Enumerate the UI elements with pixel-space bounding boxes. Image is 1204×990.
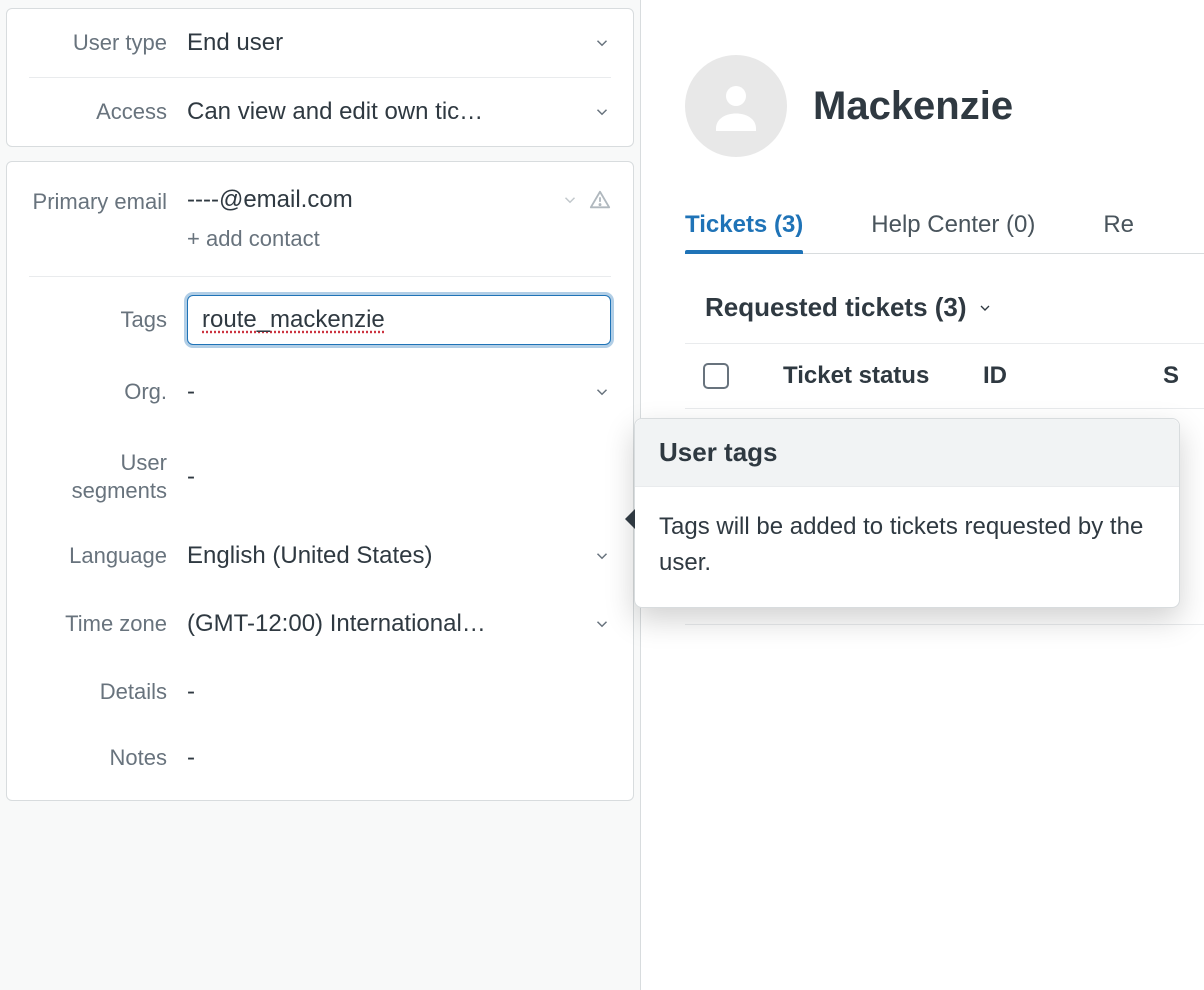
label-notes: Notes	[29, 744, 187, 772]
label-user-segments: User segments	[29, 449, 187, 504]
field-language[interactable]: Language English (United States)	[7, 522, 633, 590]
card-user-details: Primary email ----@email.com + add conta…	[6, 161, 634, 801]
field-timezone[interactable]: Time zone (GMT-12:00) International…	[7, 590, 633, 658]
field-access[interactable]: Access Can view and edit own tic…	[7, 78, 633, 146]
avatar	[685, 55, 787, 157]
label-primary-email: Primary email	[29, 186, 187, 216]
chevron-down-icon	[593, 34, 611, 52]
chevron-down-icon	[593, 615, 611, 633]
chevron-down-icon	[977, 300, 993, 316]
field-user-type[interactable]: User type End user	[7, 9, 633, 77]
timezone-text: (GMT-12:00) International…	[187, 610, 585, 638]
language-text: English (United States)	[187, 542, 585, 570]
profile-name: Mackenzie	[813, 84, 1013, 129]
card-user-type-access: User type End user Access Can view and e…	[6, 8, 634, 147]
header-id[interactable]: ID	[983, 362, 1163, 390]
tab-help-center[interactable]: Help Center (0)	[871, 197, 1035, 253]
table-header: Ticket status ID S	[685, 343, 1204, 409]
requested-tickets-title[interactable]: Requested tickets (3)	[705, 292, 1204, 323]
add-contact-button[interactable]: + add contact	[187, 226, 611, 252]
org-text: -	[187, 378, 585, 406]
header-status[interactable]: Ticket status	[783, 362, 983, 390]
label-language: Language	[29, 542, 187, 570]
section-title-text: Requested tickets (3)	[705, 292, 967, 323]
user-tags-tooltip: User tags Tags will be added to tickets …	[634, 418, 1180, 608]
user-type-text: End user	[187, 29, 585, 57]
tags-input[interactable]	[187, 295, 611, 345]
tooltip-title: User tags	[635, 419, 1179, 487]
field-notes[interactable]: Notes -	[7, 726, 633, 800]
chevron-down-icon	[593, 383, 611, 401]
tooltip-body: Tags will be added to tickets requested …	[635, 487, 1179, 607]
notes-text: -	[187, 744, 611, 772]
value-user-type[interactable]: End user	[187, 29, 611, 57]
label-user-type: User type	[29, 29, 187, 57]
label-timezone: Time zone	[29, 610, 187, 638]
label-access: Access	[29, 98, 187, 126]
label-org: Org.	[29, 378, 187, 406]
tab-tickets[interactable]: Tickets (3)	[685, 197, 803, 253]
primary-email-text[interactable]: ----@email.com	[187, 186, 553, 214]
field-details[interactable]: Details -	[7, 658, 633, 726]
user-properties-pane: User type End user Access Can view and e…	[0, 0, 641, 990]
select-all-checkbox[interactable]	[703, 363, 729, 389]
warning-icon	[589, 189, 611, 211]
chevron-down-icon[interactable]	[561, 191, 579, 209]
tab-reviews[interactable]: Re	[1103, 197, 1134, 253]
details-text: -	[187, 678, 611, 706]
chevron-down-icon	[593, 547, 611, 565]
user-segments-text: -	[187, 463, 611, 491]
field-org[interactable]: Org. -	[7, 363, 633, 431]
chevron-down-icon	[593, 103, 611, 121]
access-text: Can view and edit own tic…	[187, 98, 585, 126]
label-details: Details	[29, 678, 187, 706]
value-access[interactable]: Can view and edit own tic…	[187, 98, 611, 126]
field-user-segments: User segments -	[7, 431, 633, 522]
profile-header: Mackenzie	[685, 55, 1204, 157]
field-primary-email: Primary email ----@email.com + add conta…	[7, 162, 633, 276]
label-tags: Tags	[29, 306, 187, 334]
profile-tabs: Tickets (3) Help Center (0) Re	[685, 197, 1204, 254]
app-root: User type End user Access Can view and e…	[0, 0, 1204, 990]
field-tags: Tags	[7, 277, 633, 363]
header-subject[interactable]: S	[1163, 362, 1204, 390]
